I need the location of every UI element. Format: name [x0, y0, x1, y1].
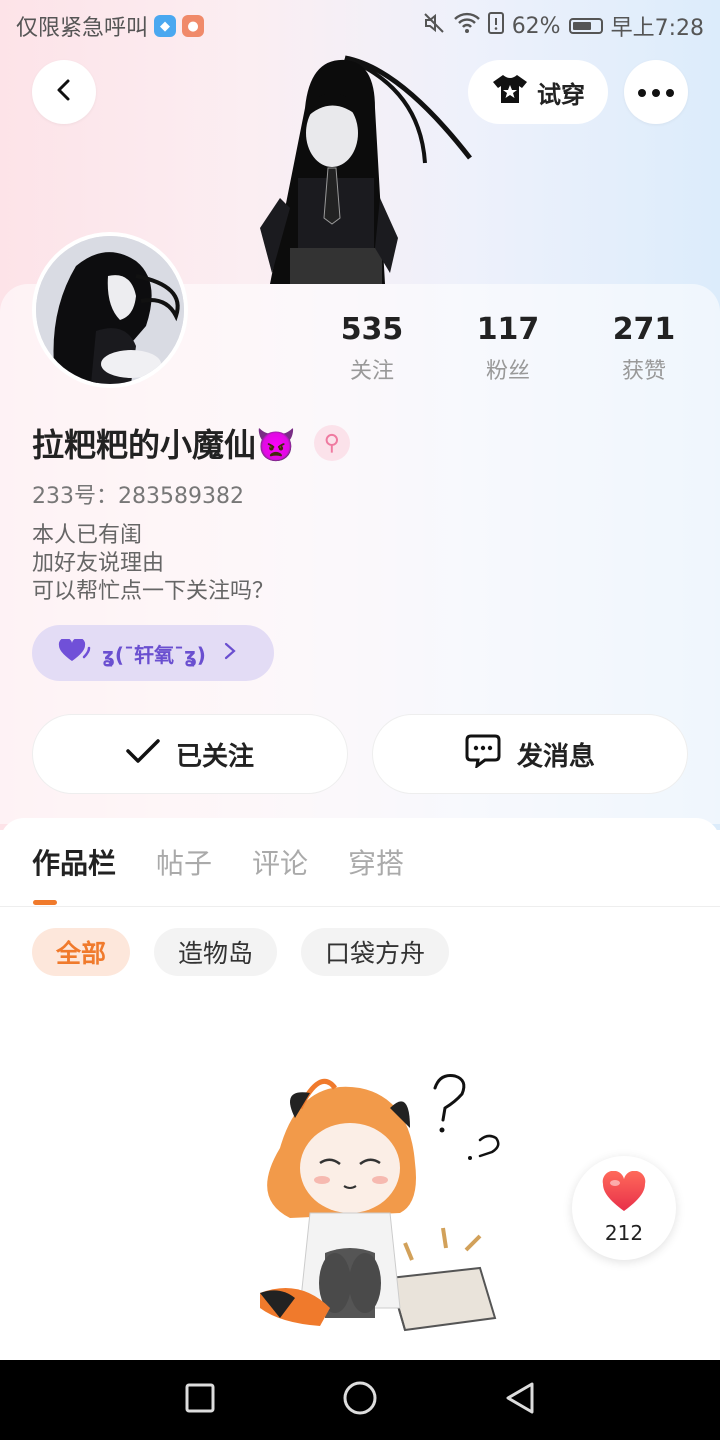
stat-followers[interactable]: 117 粉丝 [448, 312, 568, 385]
active-tab-indicator [33, 900, 57, 905]
navigation-bar [0, 1360, 720, 1440]
battery-percent: 62% [511, 13, 561, 39]
checkmark-icon [126, 738, 160, 771]
like-button[interactable]: 212 [572, 1156, 676, 1260]
nickname: 拉粑粑的小魔仙👿 [32, 426, 296, 464]
app-notification-icon: ● [182, 15, 205, 37]
triangle-back-icon [504, 1381, 536, 1419]
filter-all[interactable]: 全部 [32, 928, 131, 976]
nickname-row: 拉粑粑的小魔仙👿 ⚲ [32, 420, 350, 466]
tabs-divider [0, 906, 720, 907]
tshirt-icon [491, 73, 529, 111]
stat-likes[interactable]: 271 获赞 [584, 312, 704, 385]
works-section: 作品栏 帖子 评论 穿搭 全部 造物岛 口袋方舟 [0, 818, 720, 1360]
profile-tabs: 作品栏 帖子 评论 穿搭 [32, 842, 404, 882]
bio: 本人已有闺 加好友说理由 可以帮忙点一下关注吗？ [32, 522, 274, 606]
heart-pair-icon [58, 637, 92, 668]
relationship-tag-label: ʓ(¯轩氧¯ʓ) [102, 642, 206, 667]
square-icon [184, 1382, 216, 1418]
tab-posts[interactable]: 帖子 [156, 842, 212, 882]
stat-value: 535 [340, 312, 404, 347]
back-button[interactable] [32, 60, 96, 124]
wifi-icon [453, 12, 480, 40]
following-button[interactable]: 已关注 [32, 714, 348, 794]
status-emergency-text: 仅限紧急呼叫 [16, 16, 149, 41]
bio-line: 可以帮忙点一下关注吗？ [32, 579, 275, 604]
chevron-left-icon [52, 78, 76, 106]
bio-line: 本人已有闺 [32, 523, 143, 548]
send-message-label: 发消息 [516, 741, 595, 772]
avatar-character-banner [250, 48, 480, 284]
tab-works[interactable]: 作品栏 [32, 842, 116, 882]
more-options-button[interactable] [624, 60, 688, 124]
stat-value: 117 [476, 312, 540, 347]
tab-outfits[interactable]: 穿搭 [348, 842, 404, 882]
try-on-label: 试穿 [537, 80, 585, 109]
tab-comments[interactable]: 评论 [252, 842, 308, 882]
mute-icon [422, 11, 446, 41]
user-id: 233号：283589382 [32, 484, 244, 509]
battery-icon [568, 18, 603, 34]
stat-following[interactable]: 535 关注 [312, 312, 432, 385]
stat-label: 关注 [349, 359, 394, 384]
recent-apps-button[interactable] [180, 1380, 220, 1420]
bio-line: 加好友说理由 [32, 551, 165, 576]
avatar[interactable] [32, 232, 188, 388]
empty-state-illustration [240, 1068, 510, 1338]
send-message-button[interactable]: 发消息 [372, 714, 688, 794]
more-dots-icon [636, 83, 676, 102]
stat-value: 271 [612, 312, 676, 347]
following-label: 已关注 [175, 741, 254, 772]
relationship-tag-button[interactable]: ʓ(¯轩氧¯ʓ) [32, 625, 274, 681]
stat-label: 获赞 [621, 359, 666, 384]
shield-app-icon: ◆ [154, 15, 177, 37]
like-count: 212 [604, 1221, 644, 1245]
chevron-right-icon [224, 641, 236, 665]
circle-icon [342, 1380, 378, 1420]
chat-bubble-icon [465, 734, 501, 775]
filter-chips: 全部 造物岛 口袋方舟 [32, 928, 450, 976]
filter-creation-island[interactable]: 造物岛 [154, 928, 278, 976]
gender-female-icon: ⚲ [313, 425, 350, 461]
status-time: 早上7:28 [610, 16, 704, 41]
filter-pocket-ark[interactable]: 口袋方舟 [301, 928, 450, 976]
try-on-button[interactable]: 试穿 [468, 60, 608, 124]
heart-icon [601, 1170, 647, 1217]
home-button[interactable] [340, 1380, 380, 1420]
status-bar: 仅限紧急呼叫 ◆ ● 62% 早上7:28 [0, 0, 720, 50]
stat-label: 粉丝 [485, 359, 530, 384]
sim-alert-icon [487, 12, 504, 40]
back-nav-button[interactable] [500, 1380, 540, 1420]
